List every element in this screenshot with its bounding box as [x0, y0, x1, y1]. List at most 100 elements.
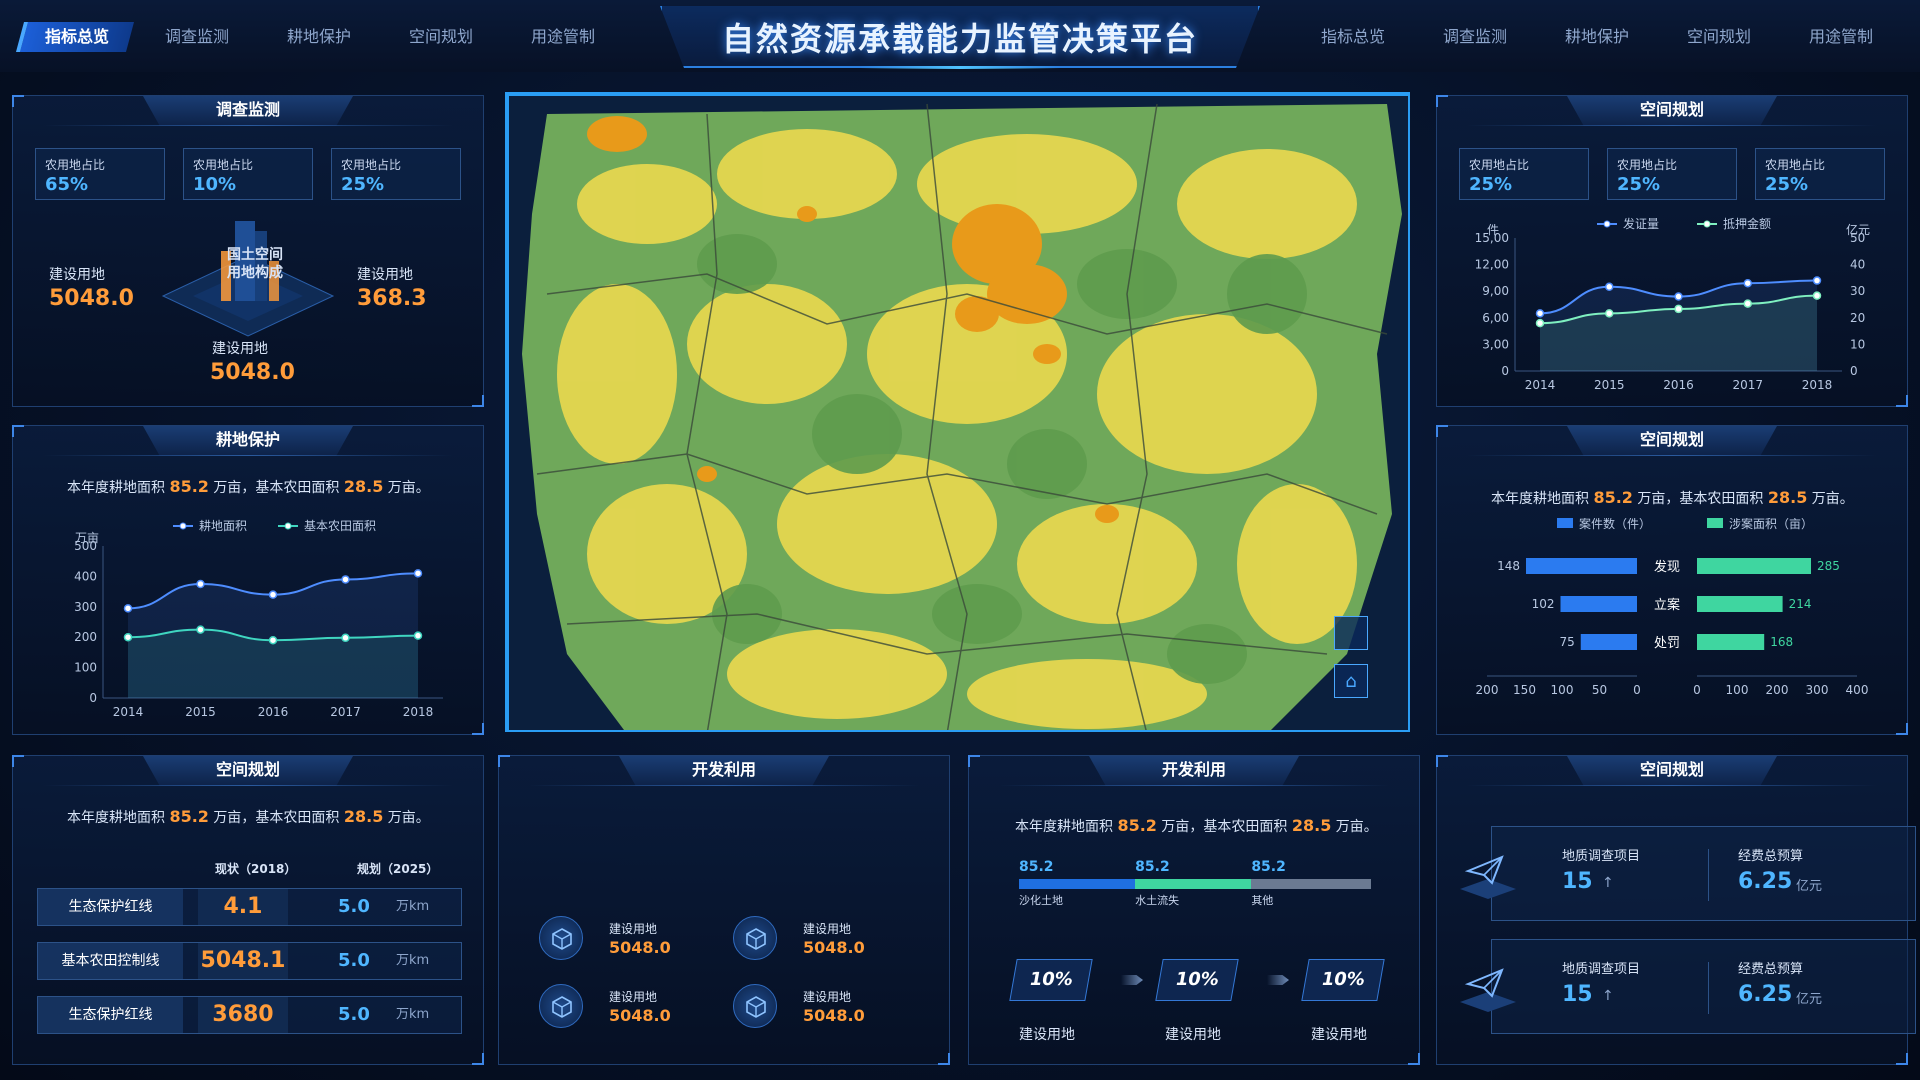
x-tick-right: 0	[1693, 683, 1701, 697]
panel-title: 空间规划	[1567, 426, 1777, 456]
item-label: 建设用地	[803, 990, 852, 1004]
bar-label: 水土流失	[1135, 894, 1180, 907]
left-value: 5048.0	[49, 286, 134, 311]
legend-dot	[1603, 220, 1611, 228]
stat-label: 农用地占比	[193, 158, 254, 172]
legend-item: 基本农田面积	[278, 519, 376, 533]
panel-title: 开发利用	[619, 756, 829, 786]
y-tick-label: 400	[74, 569, 97, 583]
planning-line-chart: 发证量 抵押金额件03,006,009,0012,0015,00亿元0102030…	[1475, 216, 1870, 392]
divider	[1708, 849, 1709, 901]
panel-title: 耕地保护	[143, 426, 353, 456]
stat-label: 农用地占比	[1469, 158, 1530, 172]
step-arrow	[1121, 975, 1143, 985]
nav-tab-right[interactable]: 耕地保护	[1542, 22, 1652, 52]
x-tick-right: 100	[1726, 683, 1749, 697]
paper-plane-glyph	[1460, 968, 1516, 1012]
step-label: 建设用地	[1311, 1027, 1367, 1043]
x-tick-label: 2017	[1732, 378, 1763, 392]
stat-card: 农用地占比 25%	[1755, 148, 1885, 200]
stat-value: 25%	[1617, 174, 1661, 195]
panel-title-line	[999, 785, 1389, 786]
top-nav: 指标总览 调查监测 耕地保护 空间规划 用途管制 指标总览 调查监测 耕地保护 空间规划 用途管…	[0, 0, 1920, 72]
cube-icon	[539, 916, 583, 960]
x-tick-left: 200	[1476, 683, 1499, 697]
x-tick-left: 100	[1551, 683, 1574, 697]
cube-icon	[539, 984, 583, 1028]
stat-value: 10%	[193, 174, 237, 195]
legend-swatch	[1557, 518, 1573, 528]
farmland-line-chart: 耕地面积 基本农田面积万亩01002003004005002014 2015 2016…	[74, 518, 443, 719]
nav-tab-left[interactable]: 耕地保护	[264, 22, 374, 52]
y-tick-label: 9,00	[1482, 284, 1509, 298]
bar-left	[1526, 558, 1637, 574]
panel-title-line	[1467, 455, 1877, 456]
x-tick-label: 2016	[258, 705, 289, 719]
legend-swatch	[1707, 518, 1723, 528]
data-point	[1743, 278, 1752, 288]
layers-icon[interactable]	[1334, 616, 1368, 650]
legend-item: 涉案面积（亩）	[1707, 518, 1813, 531]
data-point	[1674, 292, 1683, 301]
legend-label: 耕地面积	[199, 518, 247, 533]
paper-plane-icon	[1458, 962, 1518, 1012]
y-tick-label: 12,00	[1475, 258, 1509, 272]
legend-dot	[1703, 220, 1711, 228]
row-plan: 5.0	[338, 1004, 370, 1025]
legend-dot	[284, 522, 292, 530]
nav-tab-right[interactable]: 用途管制	[1786, 22, 1896, 52]
item-value: 5048.0	[609, 938, 671, 957]
nav-tab-right[interactable]: 调查监测	[1420, 22, 1530, 52]
x-tick-label: 2014	[1525, 378, 1556, 392]
s-b: 万亩，基本农田面积	[208, 810, 344, 826]
nav-tab-left[interactable]: 用途管制	[508, 22, 618, 52]
s-v1: 85.2	[169, 477, 209, 496]
x-tick-label: 2017	[330, 705, 361, 719]
row-now: 5048.1	[198, 943, 288, 979]
summary-sentence: 本年度耕地面积 85.2 万亩，基本农田面积 28.5 万亩。	[67, 477, 430, 497]
panel-planning-proj: 空间规划 地质调查项目 15 ↑ 经费总预算 6.25 亿元 地质调查项目 15 ↑ 经费总预算 6…	[1436, 755, 1916, 1065]
bar-right	[1697, 596, 1783, 612]
y-tick-label: 15,00	[1475, 231, 1509, 245]
budget-label: 经费总预算	[1738, 849, 1804, 864]
nav-tab-left[interactable]: 调查监测	[142, 22, 252, 52]
row-now: 4.1	[198, 889, 288, 925]
cube-icon	[733, 916, 777, 960]
nav-tab-left[interactable]: 指标总览	[15, 22, 135, 52]
data-point	[196, 625, 205, 634]
home-icon[interactable]: ⌂	[1334, 664, 1368, 698]
s-b: 万亩，基本农田面积	[208, 480, 344, 496]
x-tick-left: 0	[1633, 683, 1641, 697]
data-point	[1535, 309, 1545, 318]
project-card: 地质调查项目 15 ↑ 经费总预算 6.25 亿元	[1460, 826, 1916, 921]
map-canvas[interactable]	[507, 94, 1410, 732]
panel-dev2: 开发利用 本年度耕地面积 85.2 万亩，基本农田面积 28.5 万亩。 85.…	[968, 755, 1420, 1065]
up-arrow-icon: ↑	[1602, 875, 1614, 891]
s-v2: 28.5	[343, 477, 384, 496]
x-tick-right: 400	[1846, 683, 1869, 697]
nav-tab-right[interactable]: 空间规划	[1664, 22, 1774, 52]
y-right-tick-label: 50	[1850, 231, 1865, 245]
region-map[interactable]: ⌂	[505, 92, 1410, 732]
nav-tab-label: 用途管制	[530, 27, 595, 46]
stat-label: 农用地占比	[45, 158, 106, 172]
nav-tab-left[interactable]: 空间规划	[386, 22, 496, 52]
s-a: 本年度耕地面积	[67, 480, 170, 496]
panel-title-line	[43, 455, 453, 456]
stat-label: 农用地占比	[1617, 158, 1678, 172]
panel-title-line	[1467, 125, 1877, 126]
stacked-bar: 85.2 沙化土地 85.2 水土流失 85.2 其他	[1019, 859, 1371, 907]
legend-label: 基本农田面积	[304, 519, 376, 533]
center-label: 国土空间 用地构成	[227, 247, 283, 281]
row-name: 生态保护红线	[38, 997, 183, 1033]
y-right-tick-label: 0	[1850, 364, 1858, 378]
case-bar-chart: 案件数（件） 涉案面积（亩） 148 发现 285 102 立案 214 75 处罚 168 200 1…	[1476, 518, 1869, 697]
data-point	[1674, 304, 1683, 314]
s-a: 本年度耕地面积	[1015, 819, 1118, 835]
s-b: 万亩，基本农田面积	[1632, 491, 1768, 507]
bar-segment	[1019, 879, 1136, 889]
panel-title: 开发利用	[1089, 756, 1299, 786]
stat-card: 农用地占比 25%	[1607, 148, 1737, 200]
nav-tab-right[interactable]: 指标总览	[1298, 22, 1408, 52]
bar-left-label: 75	[1559, 635, 1574, 649]
